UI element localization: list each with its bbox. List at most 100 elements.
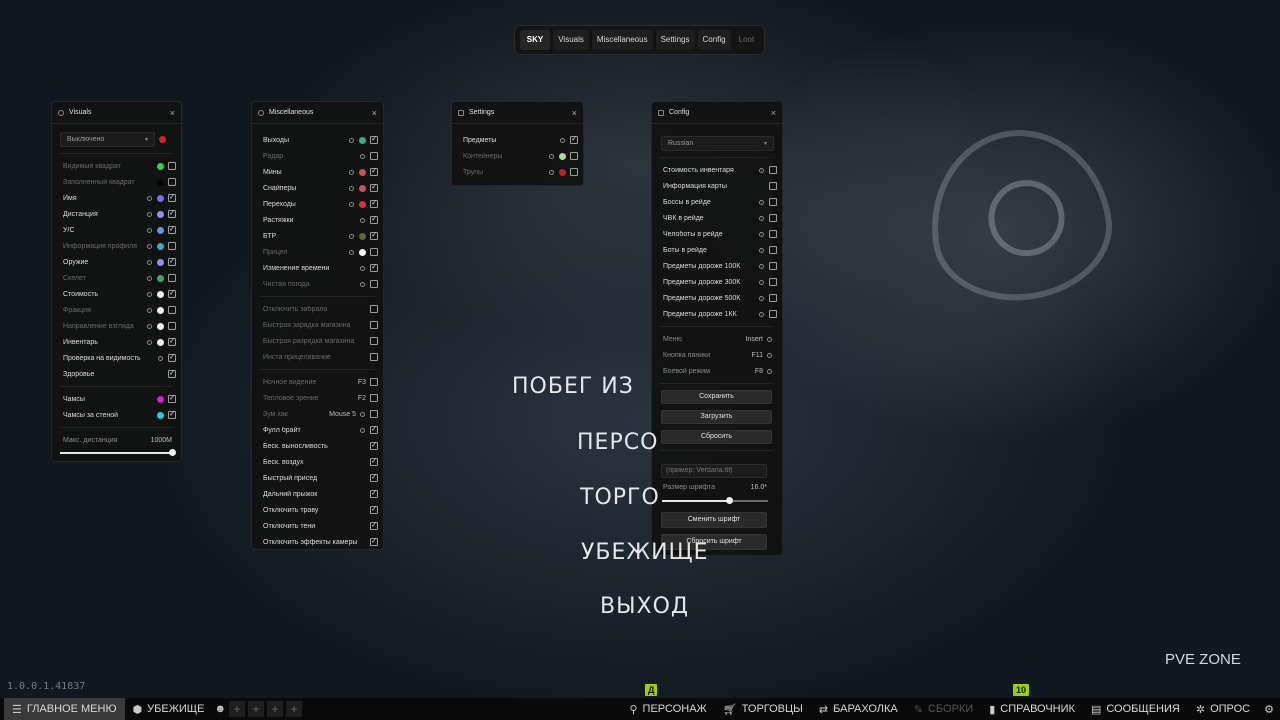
gear-icon[interactable] [158,355,163,361]
bind-key[interactable]: F11 [751,352,763,359]
quick-slot-4[interactable]: + [286,701,303,717]
visuals-chams-row-1[interactable]: Чамсы за стеной ✓ [52,407,181,423]
visuals-row-4-color-swatch[interactable] [157,226,164,234]
settings-row-0[interactable]: Предметы ✓ [452,132,583,148]
config-row-6-checkbox[interactable] [769,262,777,270]
visuals-row-1-checkbox[interactable] [168,178,176,186]
gear-icon[interactable] [759,247,764,253]
visuals-row-0-color-swatch[interactable] [157,162,164,170]
config-row-3-checkbox[interactable] [769,214,777,222]
close-icon[interactable]: × [170,108,175,118]
misc-row-1-checkbox[interactable] [370,152,378,160]
misc-row2-3[interactable]: Инста прицеливание [252,349,383,365]
misc-row3-6-checkbox[interactable]: ✓ [370,474,378,482]
gear-icon[interactable] [360,153,365,159]
gear-icon[interactable] [349,169,354,175]
misc-row2-1[interactable]: Быстрая зарядка магазина [252,317,383,333]
settings-row-2-color-swatch[interactable] [559,168,566,176]
gear-icon[interactable] [147,195,152,201]
change-font-button[interactable]: Сменить шрифт [661,511,767,528]
handbook-button[interactable]: ▮ СПРАВОЧНИК [981,698,1083,720]
config-row-9-checkbox[interactable] [769,310,777,318]
misc-row3-10-checkbox[interactable]: ✓ [370,538,378,546]
config-row-4[interactable]: Челоботы в рейде [652,226,782,242]
misc-row3-9[interactable]: Отключить тени ✓ [252,518,383,534]
visuals-chams-row-1-color-swatch[interactable] [157,411,164,419]
misc-row-9-checkbox[interactable] [370,280,378,288]
close-icon[interactable]: × [771,108,776,118]
misc-row-7[interactable]: Прицел [252,244,383,260]
settings-row-1-checkbox[interactable] [570,152,578,160]
max-distance-slider[interactable] [60,448,176,458]
misc-row-0-color-swatch[interactable] [359,136,366,144]
misc-row2-3-checkbox[interactable] [370,353,378,361]
misc-row-3-checkbox[interactable]: ✓ [370,184,378,192]
config-row-9[interactable]: Предметы дороже 1КК [652,306,782,322]
gear-icon[interactable] [349,201,354,207]
bind-key[interactable]: Insert [745,336,763,343]
quick-slot-3[interactable]: + [267,701,284,717]
visuals-mode-color-dot[interactable] [159,136,166,143]
helmet-icon[interactable]: ☻ [214,703,226,715]
settings-button[interactable]: ⚙ [1258,698,1280,720]
gear-icon[interactable] [147,211,152,217]
visuals-row-6-color-swatch[interactable] [157,258,164,266]
config-row-8-checkbox[interactable] [769,294,777,302]
close-icon[interactable]: × [572,108,577,118]
visuals-row-12[interactable]: Проверка на видимость ✓ [52,350,181,366]
gear-icon[interactable] [147,227,152,233]
visuals-row-9[interactable]: Фракция [52,302,181,318]
visuals-row-11-color-swatch[interactable] [157,338,164,346]
misc-row-6-color-swatch[interactable] [359,232,366,240]
visuals-row-5-color-swatch[interactable] [157,242,164,250]
config-row-3[interactable]: ЧВК в рейде [652,210,782,226]
tab-config[interactable]: Config [697,30,731,50]
tab-settings[interactable]: Settings [655,30,695,50]
gear-icon[interactable] [147,307,152,313]
builds-button[interactable]: ✎ СБОРКИ [906,698,981,720]
misc-row-0-checkbox[interactable]: ✓ [370,136,378,144]
visuals-row-6[interactable]: Оружие ✓ [52,254,181,270]
visuals-row-10-checkbox[interactable] [168,322,176,330]
misc-row3-8[interactable]: Отключить траву ✓ [252,502,383,518]
quick-slot-1[interactable]: + [229,701,246,717]
misc-row3-1[interactable]: Тепловое зрение F2 [252,390,383,406]
gear-icon[interactable] [147,339,152,345]
visuals-row-2-color-swatch[interactable] [157,194,164,202]
misc-row3-9-checkbox[interactable]: ✓ [370,522,378,530]
visuals-row-2[interactable]: Имя ✓ [52,190,181,206]
settings-row-2-checkbox[interactable] [570,168,578,176]
gear-icon[interactable] [767,368,772,374]
visuals-row-0[interactable]: Видимый квадрат [52,158,181,174]
misc-row-6-checkbox[interactable]: ✓ [370,232,378,240]
config-row-6[interactable]: Предметы дороже 100К [652,258,782,274]
config-row-2-checkbox[interactable] [769,198,777,206]
misc-row3-5[interactable]: Беск. воздух ✓ [252,454,383,470]
menu-escape[interactable]: ПОБЕГ ИЗ [512,374,634,399]
misc-row3-5-checkbox[interactable]: ✓ [370,458,378,466]
gear-icon[interactable] [759,279,764,285]
misc-row-3-color-swatch[interactable] [359,184,366,192]
gear-icon[interactable] [349,185,354,191]
menu-traders[interactable]: ТОРГО [580,485,660,510]
language-select[interactable]: Russian ▾ [661,136,774,151]
misc-row-4-checkbox[interactable]: ✓ [370,200,378,208]
visuals-row-4[interactable]: У/С ✓ [52,222,181,238]
reset-button[interactable]: Сбросить [661,430,772,444]
misc-row-2[interactable]: Мины ✓ [252,164,383,180]
misc-row3-0[interactable]: Ночное видение F3 [252,374,383,390]
gear-icon[interactable] [549,153,554,159]
visuals-row-13[interactable]: Здоровье ✓ [52,366,181,382]
gear-icon[interactable] [759,311,764,317]
survey-button[interactable]: ✲ ОПРОС [1188,698,1258,720]
menu-exit[interactable]: ВЫХОД [600,594,689,619]
gear-icon[interactable] [360,281,365,287]
visuals-row-10[interactable]: Направление взгляда [52,318,181,334]
visuals-row-9-color-swatch[interactable] [157,306,164,314]
visuals-row-3-color-swatch[interactable] [157,210,164,218]
settings-row-0-checkbox[interactable]: ✓ [570,136,578,144]
misc-row-8-checkbox[interactable]: ✓ [370,264,378,272]
visuals-row-3-checkbox[interactable]: ✓ [168,210,176,218]
menu-hideout[interactable]: УБЕЖИЩЕ [581,540,709,565]
visuals-mode-select[interactable]: Выключено ▾ [60,132,155,147]
